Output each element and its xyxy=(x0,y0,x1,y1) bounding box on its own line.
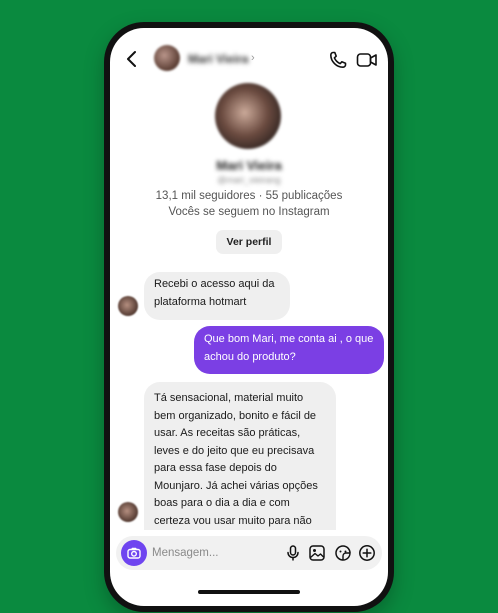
message-bubble-sent[interactable]: Que bom Mari, me conta ai , o que achou … xyxy=(194,326,384,374)
microphone-icon[interactable] xyxy=(284,544,302,562)
back-arrow-icon[interactable] xyxy=(124,50,140,68)
chevron-right-icon[interactable]: › xyxy=(251,52,255,64)
phone-icon[interactable] xyxy=(328,50,348,70)
follow-status: Vocês se seguem no Instagram xyxy=(168,206,330,218)
chat-screen: Mari Vieira › Mari Vieira @mari_vieirang… xyxy=(110,28,388,606)
home-indicator[interactable] xyxy=(198,590,300,594)
phone-frame: Mari Vieira › Mari Vieira @mari_vieirang… xyxy=(104,22,394,612)
profile-stats: 13,1 mil seguidores · 55 publicações xyxy=(155,190,343,202)
profile-name: Mari Vieira xyxy=(216,158,282,173)
message-bubble-received[interactable]: Tá sensacional, material muito bem organ… xyxy=(144,382,336,530)
message-bubble-received[interactable]: Recebi o acesso aqui da plataforma hotma… xyxy=(144,272,290,320)
profile-handle: @mari_vieirang xyxy=(217,175,281,185)
sticker-icon[interactable] xyxy=(334,544,352,562)
avatar xyxy=(118,296,138,316)
chat-header: Mari Vieira › xyxy=(110,28,388,80)
profile-avatar[interactable] xyxy=(215,83,281,149)
avatar[interactable] xyxy=(154,45,180,71)
message-composer xyxy=(116,536,382,570)
gallery-icon[interactable] xyxy=(308,544,326,562)
plus-icon[interactable] xyxy=(358,544,376,562)
camera-button[interactable] xyxy=(121,540,147,566)
video-icon[interactable] xyxy=(356,50,378,70)
message-input[interactable] xyxy=(152,545,272,561)
contact-name[interactable]: Mari Vieira xyxy=(188,52,248,66)
camera-icon xyxy=(127,547,141,559)
view-profile-button[interactable]: Ver perfil xyxy=(216,230,282,254)
avatar xyxy=(118,502,138,522)
